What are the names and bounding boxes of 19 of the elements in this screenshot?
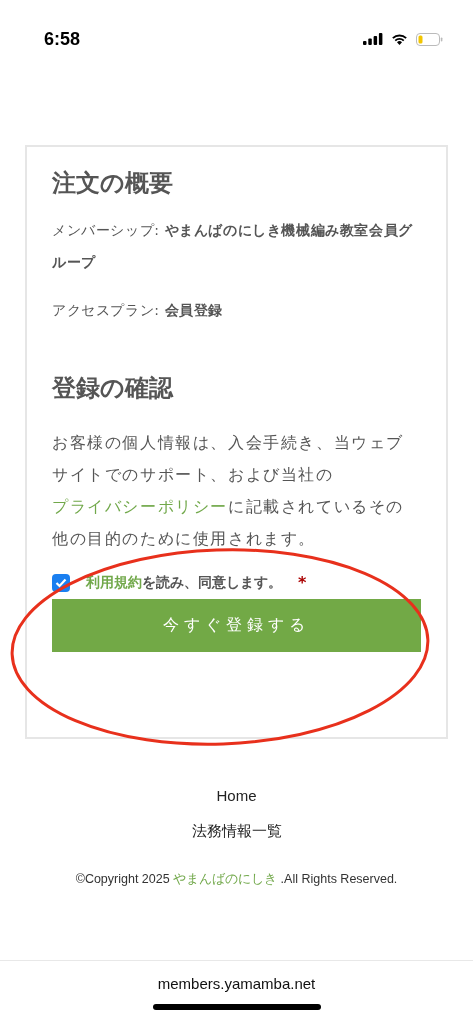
register-button[interactable]: 今すぐ登録する	[52, 598, 421, 652]
wifi-icon	[391, 33, 408, 45]
footer-link[interactable]: Home	[216, 787, 257, 804]
copyright-text: ©Copyright 2025 やまんばのにしき .All Rights Reserved.	[75, 871, 398, 888]
section-heading: 登録の確認	[52, 373, 175, 403]
summary-line: メンバーシップ: やまんばのにしき機械編み教室会員グループ	[52, 220, 414, 272]
terms-link[interactable]: 利用規約	[86, 574, 142, 591]
terms-label: 利用規約を読み、同意します。	[86, 573, 282, 593]
battery-icon	[416, 32, 443, 46]
footer-link[interactable]: 法務情報一覧	[191, 822, 282, 841]
summary-line: アクセスプラン: 会員登録	[52, 300, 224, 320]
url-text: members.yamamba.net	[156, 975, 317, 992]
privacy-policy-link[interactable]: プライバシーポリシー	[52, 497, 228, 516]
status-time: 6:58	[44, 28, 81, 50]
section-heading: 注文の概要	[52, 169, 174, 198]
signal-icon	[363, 33, 383, 45]
privacy-notice: お客様の個人情報は、入会手続き、当ウェブサイトでのサポート、および当社の プライバシーポリシー に記載されているその他の目的のために使用されます。	[52, 432, 405, 550]
required-mark: *	[298, 571, 307, 594]
site-name-link[interactable]: やまんばのにしき	[173, 872, 278, 886]
